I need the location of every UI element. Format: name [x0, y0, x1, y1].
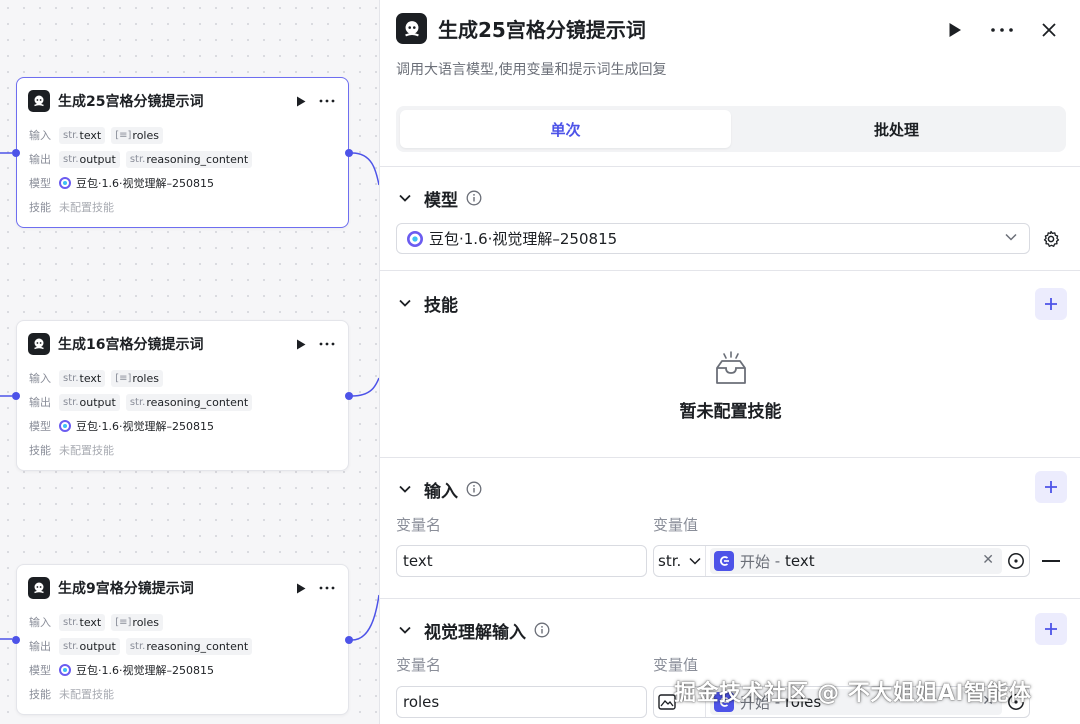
- empty-box-icon: [380, 350, 1080, 392]
- bot-logo-icon: [28, 577, 50, 599]
- model-section-header[interactable]: 模型: [396, 186, 482, 211]
- add-skill-button[interactable]: [1035, 288, 1067, 320]
- panel-title[interactable]: 生成25宫格分镜提示词: [438, 14, 646, 43]
- close-icon[interactable]: [1037, 18, 1061, 42]
- remove-row-button[interactable]: [1042, 560, 1060, 562]
- input-tag: str. text: [59, 613, 106, 631]
- node-title: 生成16宫格分镜提示词: [58, 337, 204, 353]
- input-port[interactable]: [12, 392, 20, 400]
- input-tag: [≡] roles: [111, 126, 163, 144]
- bot-logo-icon: [28, 333, 50, 355]
- node-skill-row: 技能 未配置技能: [29, 444, 114, 457]
- chevron-down-icon[interactable]: [396, 621, 414, 639]
- workflow-node-16[interactable]: 生成16宫格分镜提示词 输入 str. text [≡] roles 输出 str.…: [12, 320, 353, 471]
- tab-single[interactable]: 单次: [400, 110, 731, 148]
- input-tag: [≡] roles: [111, 613, 163, 631]
- variable-value-label: 变量值: [653, 516, 699, 534]
- input-port[interactable]: [12, 636, 20, 644]
- input-tag: str. text: [59, 126, 106, 144]
- output-tag: str. reasoning_content: [125, 150, 253, 168]
- gear-icon[interactable]: [1040, 228, 1062, 250]
- node-input-row: 输入 str. text [≡] roles: [29, 126, 169, 144]
- input-tag: str. text: [59, 369, 106, 387]
- output-tag: str. reasoning_content: [125, 637, 253, 655]
- model-logo-icon: [59, 664, 71, 676]
- node-output-row: 输出 str. output str. reasoning_content: [29, 393, 258, 411]
- mode-tabs: 单次 批处理: [396, 106, 1066, 152]
- more-icon[interactable]: [316, 577, 338, 599]
- node-config-panel: 生成25宫格分镜提示词 调用大语言模型,使用变量和提示词生成回复 单次 批处理 …: [379, 0, 1080, 724]
- divider: [380, 270, 1080, 271]
- model-logo-icon: [407, 230, 423, 247]
- model-logo-icon: [59, 177, 71, 189]
- play-icon[interactable]: [290, 333, 312, 355]
- more-icon[interactable]: [316, 90, 338, 112]
- output-port[interactable]: [345, 392, 353, 400]
- input-port[interactable]: [12, 149, 20, 157]
- workflow-canvas[interactable]: 生成25宫格分镜提示词 输入 str. text [≡] roles 输出 str.…: [0, 0, 379, 724]
- model-logo-icon: [59, 420, 71, 432]
- start-node-icon: [714, 551, 734, 571]
- chevron-down-icon[interactable]: [396, 189, 414, 207]
- play-icon[interactable]: [943, 18, 967, 42]
- tab-batch[interactable]: 批处理: [731, 110, 1062, 148]
- input-section-header[interactable]: 输入: [396, 477, 482, 502]
- output-tag: str. output: [59, 637, 120, 655]
- chevron-down-icon: [1005, 233, 1017, 241]
- play-icon[interactable]: [290, 90, 312, 112]
- panel-description: 调用大语言模型,使用变量和提示词生成回复: [396, 62, 667, 78]
- workflow-node-25[interactable]: 生成25宫格分镜提示词 输入 str. text [≡] roles 输出 str.…: [12, 77, 353, 228]
- chevron-down-icon[interactable]: [396, 294, 414, 312]
- clear-icon[interactable]: ✕: [982, 552, 994, 568]
- variable-reference-chip[interactable]: 开始 - text ✕: [710, 548, 1002, 574]
- info-icon[interactable]: [466, 190, 482, 206]
- add-vision-input-button[interactable]: [1035, 613, 1067, 645]
- divider: [380, 166, 1080, 167]
- divider: [380, 598, 1080, 599]
- output-port[interactable]: [345, 149, 353, 157]
- more-icon[interactable]: [316, 333, 338, 355]
- info-icon[interactable]: [534, 622, 550, 638]
- add-input-button[interactable]: [1035, 471, 1067, 503]
- node-model-row: 模型 豆包·1.6·视觉理解–250815: [29, 420, 214, 433]
- info-icon[interactable]: [466, 481, 482, 497]
- node-skill-row: 技能 未配置技能: [29, 688, 114, 701]
- node-skill-row: 技能 未配置技能: [29, 201, 114, 214]
- node-title: 生成9宫格分镜提示词: [58, 581, 194, 597]
- more-icon[interactable]: [990, 18, 1014, 42]
- variable-name-label: 变量名: [396, 656, 442, 674]
- node-input-row: 输入 str. text [≡] roles: [29, 369, 169, 387]
- node-output-row: 输出 str. output str. reasoning_content: [29, 637, 258, 655]
- play-icon[interactable]: [290, 577, 312, 599]
- variable-name-input[interactable]: text: [396, 545, 647, 577]
- input-tag: [≡] roles: [111, 369, 163, 387]
- chevron-down-icon: [689, 557, 701, 565]
- chevron-down-icon[interactable]: [396, 480, 414, 498]
- variable-value-field: str. 开始 - text ✕: [653, 545, 1030, 577]
- model-select[interactable]: 豆包·1.6·视觉理解–250815: [396, 223, 1030, 254]
- divider: [380, 457, 1080, 458]
- type-select[interactable]: str.: [654, 546, 706, 576]
- skills-empty-text: 暂未配置技能: [679, 402, 782, 422]
- variable-value-label: 变量值: [653, 656, 699, 674]
- skills-section-header[interactable]: 技能: [396, 291, 458, 316]
- output-port[interactable]: [345, 636, 353, 644]
- target-icon[interactable]: [1005, 550, 1027, 572]
- output-tag: str. reasoning_content: [125, 393, 253, 411]
- variable-name-label: 变量名: [396, 516, 442, 534]
- node-model-row: 模型 豆包·1.6·视觉理解–250815: [29, 177, 214, 190]
- bot-logo-icon: [396, 13, 427, 44]
- watermark: 掘金技术社区 @ 不大姐姐AI智能体: [674, 681, 1032, 706]
- node-input-row: 输入 str. text [≡] roles: [29, 613, 169, 631]
- vision-section-header[interactable]: 视觉理解输入: [396, 618, 550, 643]
- node-title: 生成25宫格分镜提示词: [58, 94, 204, 110]
- output-tag: str. output: [59, 150, 120, 168]
- variable-name-input[interactable]: roles: [396, 686, 647, 718]
- output-tag: str. output: [59, 393, 120, 411]
- workflow-node-9[interactable]: 生成9宫格分镜提示词 输入 str. text [≡] roles 输出 str. o…: [12, 564, 353, 715]
- node-model-row: 模型 豆包·1.6·视觉理解–250815: [29, 664, 214, 677]
- node-output-row: 输出 str. output str. reasoning_content: [29, 150, 258, 168]
- bot-logo-icon: [28, 90, 50, 112]
